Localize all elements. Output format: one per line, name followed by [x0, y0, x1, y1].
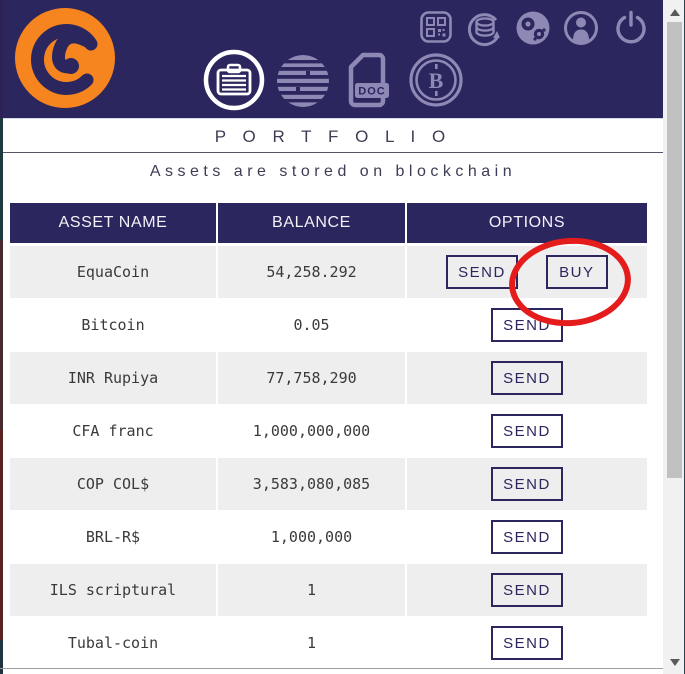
documents-icon[interactable]: DOC: [343, 50, 393, 110]
send-button[interactable]: SEND: [491, 626, 563, 660]
send-button[interactable]: SEND: [491, 520, 563, 554]
equacoin-logo[interactable]: [13, 6, 117, 110]
table-row: ILS scriptural1 SEND: [10, 564, 647, 616]
asset-options: SEND: [407, 299, 647, 351]
asset-name: Bitcoin: [10, 299, 216, 351]
exchange-coins-icon[interactable]: [466, 9, 504, 47]
assets-table-header: ASSET NAMEBALANCEOPTIONS: [10, 203, 647, 243]
bitcoin-icon[interactable]: B: [408, 52, 464, 108]
portfolio-briefcase-icon[interactable]: [202, 48, 266, 112]
asset-balance: 1: [218, 617, 405, 669]
asset-name: Tubal-coin: [10, 617, 216, 669]
scrollbar-thumb[interactable]: [667, 22, 682, 478]
send-button[interactable]: SEND: [446, 255, 518, 289]
qr-code-icon[interactable]: [419, 10, 453, 44]
scroll-up-arrow-icon[interactable]: [670, 9, 680, 16]
asset-name: CFA franc: [10, 405, 216, 457]
send-button[interactable]: SEND: [491, 361, 563, 395]
vertical-scrollbar[interactable]: [663, 0, 685, 674]
page-subtitle: Assets are stored on blockchain: [3, 163, 663, 181]
table-row: COP COL$3,583,080,085 SEND: [10, 458, 647, 510]
column-header-asset-name: ASSET NAME: [10, 203, 216, 243]
asset-name: INR Rupiya: [10, 352, 216, 404]
title-divider: [3, 152, 663, 153]
send-button[interactable]: SEND: [491, 308, 563, 342]
page-title: P O R T F O L I O: [3, 127, 663, 147]
content-bottom-edge: [0, 668, 663, 669]
asset-options: SEND: [407, 352, 647, 404]
world-settings-icon[interactable]: [515, 10, 551, 46]
send-button[interactable]: SEND: [491, 573, 563, 607]
power-icon[interactable]: [613, 9, 649, 45]
asset-balance: 0.05: [218, 299, 405, 351]
table-row: Bitcoin0.05 SEND: [10, 299, 647, 351]
table-row: BRL-R$1,000,000 SEND: [10, 511, 647, 563]
table-row: CFA franc1,000,000,000 SEND: [10, 405, 647, 457]
assets-table: ASSET NAMEBALANCEOPTIONS EquaCoin54,258.…: [10, 203, 647, 669]
asset-balance: 1,000,000,000: [218, 405, 405, 457]
asset-balance: 1: [218, 564, 405, 616]
asset-name: ILS scriptural: [10, 564, 216, 616]
asset-options: SEND: [407, 511, 647, 563]
asset-balance: 54,258.292: [218, 246, 405, 298]
asset-options: SEND: [407, 458, 647, 510]
column-header-balance: BALANCE: [218, 203, 405, 243]
wallet-app-window: DOC B: [0, 0, 685, 674]
table-row: INR Rupiya77,758,290 SEND: [10, 352, 647, 404]
send-button[interactable]: SEND: [491, 467, 563, 501]
asset-name: EquaCoin: [10, 246, 216, 298]
svg-text:B: B: [429, 68, 444, 93]
send-button[interactable]: SEND: [491, 414, 563, 448]
asset-balance: 77,758,290: [218, 352, 405, 404]
asset-options: SEND: [407, 617, 647, 669]
asset-balance: 3,583,080,085: [218, 458, 405, 510]
profile-icon[interactable]: [563, 10, 599, 46]
table-row: Tubal-coin1 SEND: [10, 617, 647, 669]
asset-name: COP COL$: [10, 458, 216, 510]
svg-text:DOC: DOC: [358, 86, 385, 98]
asset-name: BRL-R$: [10, 511, 216, 563]
asset-options: SEND BUY: [407, 246, 647, 298]
buy-button[interactable]: BUY: [546, 255, 608, 289]
coins-sphere-icon[interactable]: [276, 54, 330, 108]
assets-table-body: EquaCoin54,258.292SENDBUYBitcoin0.05SEND…: [10, 246, 647, 669]
table-row: EquaCoin54,258.292 SEND BUY: [10, 246, 647, 298]
column-header-options: OPTIONS: [407, 203, 647, 243]
asset-options: SEND: [407, 564, 647, 616]
asset-options: SEND: [407, 405, 647, 457]
scroll-down-arrow-icon[interactable]: [670, 659, 680, 666]
app-header: DOC B: [3, 0, 663, 119]
asset-balance: 1,000,000: [218, 511, 405, 563]
